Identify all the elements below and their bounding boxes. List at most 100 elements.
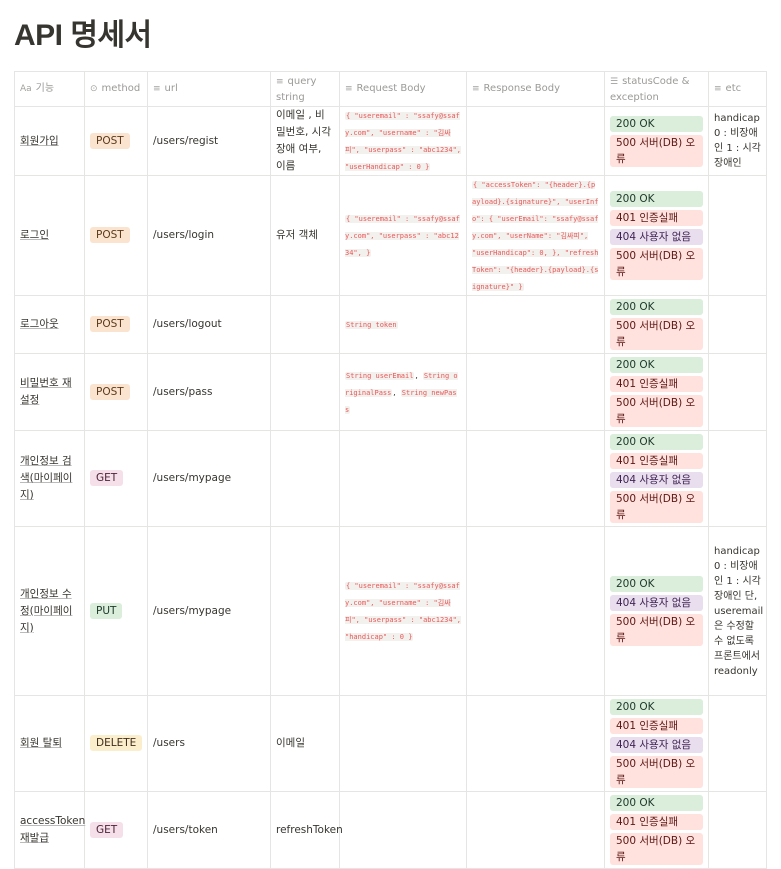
cell-method[interactable]: POST xyxy=(84,353,148,431)
cell-response[interactable] xyxy=(466,106,605,176)
table-row[interactable]: 회원가입 POST /users/regist 이메일 , 비밀번호, 시각장애… xyxy=(14,106,767,176)
cell-url[interactable]: /users xyxy=(147,695,271,792)
cell-url[interactable]: /users/login xyxy=(147,175,271,296)
cell-etc[interactable] xyxy=(708,695,767,792)
cell-method[interactable]: POST xyxy=(84,175,148,296)
cell-url[interactable]: /users/mypage xyxy=(147,430,271,527)
cell-name[interactable]: 회원 탈퇴 xyxy=(14,695,85,792)
method-tag: GET xyxy=(90,821,124,838)
cell-url[interactable]: /users/mypage xyxy=(147,526,271,696)
status-tag: 500 서버(DB) 오류 xyxy=(610,134,703,167)
cell-name[interactable]: 로그아웃 xyxy=(14,295,85,354)
cell-query[interactable] xyxy=(270,526,340,696)
cell-method[interactable]: POST xyxy=(84,295,148,354)
status-tag: 401 인증실패 xyxy=(610,376,703,392)
column-header-response[interactable]: ≡ Response Body xyxy=(466,71,605,107)
cell-query[interactable] xyxy=(270,295,340,354)
cell-response[interactable] xyxy=(466,430,605,527)
cell-request[interactable] xyxy=(339,430,467,527)
column-header-status[interactable]: ☰ statusCode & exception xyxy=(604,71,709,107)
method-tag: GET xyxy=(90,470,124,486)
cell-query[interactable]: 유저 객체 xyxy=(270,175,340,296)
status-tag: 200 OK xyxy=(610,357,703,373)
cell-request[interactable]: String token xyxy=(339,295,467,354)
cell-url[interactable]: /users/logout xyxy=(147,295,271,354)
cell-response[interactable] xyxy=(466,526,605,696)
row-title-link[interactable]: 개인정보 검색(마이페이지) xyxy=(20,455,72,501)
cell-etc[interactable]: handicap 0 : 비장애인 1 : 시각장애인 단, useremail… xyxy=(708,526,767,696)
cell-url[interactable]: /users/pass xyxy=(147,353,271,431)
cell-status[interactable]: 200 OK 404 사용자 없음 500 서버(DB) 오류 xyxy=(604,526,709,696)
table-row[interactable]: accessToken 재발급 GET /users/token refresh… xyxy=(14,791,767,869)
table-row[interactable]: 로그아웃 POST /users/logout String token 200… xyxy=(14,295,767,354)
cell-etc[interactable] xyxy=(708,430,767,527)
column-header-url[interactable]: ≡ url xyxy=(147,71,271,107)
row-title-link[interactable]: 개인정보 수정(마이페이지) xyxy=(20,588,72,634)
cell-request[interactable]: { "useremail" : "ssafy@ssafy.com", "user… xyxy=(339,175,467,296)
request-code: { "useremail" : "ssafy@ssafy.com", "user… xyxy=(345,112,462,171)
column-header-method[interactable]: ⊙ method xyxy=(84,71,148,107)
cell-request[interactable] xyxy=(339,695,467,792)
status-tag: 404 사용자 없음 xyxy=(610,472,703,488)
cell-query[interactable]: refreshToken xyxy=(270,791,343,869)
cell-name[interactable]: 비밀번호 재설정 xyxy=(14,353,85,431)
cell-request[interactable] xyxy=(339,791,467,869)
cell-etc[interactable] xyxy=(708,353,767,431)
column-header-etc[interactable]: ≡ etc xyxy=(708,71,767,107)
cell-response[interactable] xyxy=(466,791,605,869)
cell-etc[interactable] xyxy=(708,175,767,296)
column-header-request[interactable]: ≡ Request Body xyxy=(339,71,467,107)
cell-response[interactable]: { "accessToken": "{header}.{payload}.{si… xyxy=(466,175,605,296)
table-row[interactable]: 개인정보 수정(마이페이지) PUT /users/mypage { "user… xyxy=(14,526,767,696)
cell-response[interactable] xyxy=(466,353,605,431)
method-tag: POST xyxy=(90,132,130,149)
cell-method[interactable]: GET xyxy=(84,430,148,527)
column-header-name[interactable]: Aa 기능 xyxy=(14,71,85,107)
table-row[interactable]: 개인정보 검색(마이페이지) GET /users/mypage 200 OK … xyxy=(14,430,767,527)
cell-etc[interactable] xyxy=(708,791,767,869)
cell-name[interactable]: 회원가입 xyxy=(14,106,85,176)
cell-request[interactable]: { "useremail" : "ssafy@ssafy.com", "user… xyxy=(339,106,467,176)
cell-request[interactable]: { "useremail" : "ssafy@ssafy.com", "user… xyxy=(339,526,467,696)
row-title-link[interactable]: 로그아웃 xyxy=(20,318,59,330)
cell-status[interactable]: 200 OK 401 인증실패 500 서버(DB) 오류 xyxy=(604,353,709,431)
cell-query[interactable] xyxy=(270,353,340,431)
cell-status[interactable]: 200 OK 401 인증실패 404 사용자 없음 500 서버(DB) 오류 xyxy=(604,175,709,296)
cell-name[interactable]: 개인정보 검색(마이페이지) xyxy=(14,430,85,527)
cell-status[interactable]: 200 OK 500 서버(DB) 오류 xyxy=(604,295,709,354)
status-tag: 500 서버(DB) 오류 xyxy=(610,614,703,646)
table-row[interactable]: 회원 탈퇴 DELETE /users 이메일 200 OK 401 인증실패 … xyxy=(14,695,767,792)
cell-status[interactable]: 200 OK 500 서버(DB) 오류 xyxy=(604,106,709,176)
cell-url[interactable]: /users/regist xyxy=(147,106,271,176)
cell-query[interactable]: 이메일 , 비밀번호, 시각장애 여부, 이름 xyxy=(270,106,340,176)
row-title-link[interactable]: 로그인 xyxy=(20,229,49,241)
cell-name[interactable]: accessToken 재발급 xyxy=(14,791,85,869)
cell-method[interactable]: GET xyxy=(84,791,148,869)
cell-etc[interactable] xyxy=(708,295,767,354)
cell-method[interactable]: POST xyxy=(84,106,148,176)
cell-etc[interactable]: handicap 0 : 비장애인 1 : 시각장애인 xyxy=(708,106,767,176)
cell-name[interactable]: 로그인 xyxy=(14,175,85,296)
cell-status[interactable]: 200 OK 401 인증실패 500 서버(DB) 오류 xyxy=(604,791,709,869)
table-row[interactable]: 로그인 POST /users/login 유저 객체 { "useremail… xyxy=(14,175,767,296)
table-row[interactable]: 비밀번호 재설정 POST /users/pass String userEma… xyxy=(14,353,767,431)
cell-query[interactable]: 이메일 xyxy=(270,695,340,792)
column-header-query[interactable]: ≡ query string xyxy=(270,71,340,107)
header-row: Aa 기능 ⊙ method ≡ url ≡ query string ≡ Request… xyxy=(14,71,767,107)
row-title-link[interactable]: 회원 탈퇴 xyxy=(20,737,62,749)
text-lines-icon: ≡ xyxy=(714,84,722,94)
cell-query[interactable] xyxy=(270,430,340,527)
cell-status[interactable]: 200 OK 401 인증실패 404 사용자 없음 500 서버(DB) 오류 xyxy=(604,430,709,527)
row-title-link[interactable]: 회원가입 xyxy=(20,135,59,147)
cell-method[interactable]: DELETE xyxy=(84,695,148,792)
row-title-link[interactable]: accessToken 재발급 xyxy=(20,815,85,844)
cell-response[interactable] xyxy=(466,295,605,354)
cell-status[interactable]: 200 OK 401 인증실패 404 사용자 없음 500 서버(DB) 오류 xyxy=(604,695,709,792)
cell-name[interactable]: 개인정보 수정(마이페이지) xyxy=(14,526,85,696)
cell-method[interactable]: PUT xyxy=(84,526,148,696)
cell-url[interactable]: /users/token xyxy=(147,791,271,869)
row-title-link[interactable]: 비밀번호 재설정 xyxy=(20,377,72,406)
status-tag: 500 서버(DB) 오류 xyxy=(610,318,703,350)
cell-response[interactable] xyxy=(466,695,605,792)
cell-request[interactable]: String userEmail, String originalPass, S… xyxy=(339,353,467,431)
